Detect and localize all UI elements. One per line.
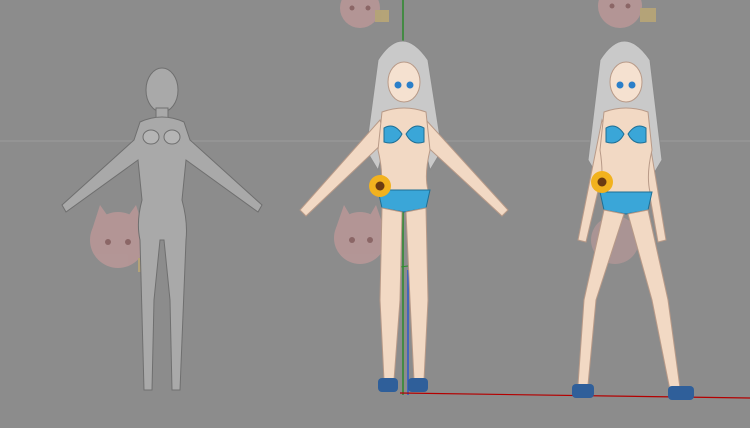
chibi-watermark-4 <box>598 0 656 28</box>
chibi-watermark-3 <box>340 0 389 28</box>
base-mesh-model[interactable] <box>61 67 263 391</box>
chibi-watermark-2 <box>334 205 386 264</box>
viewport-canvas[interactable] <box>0 0 750 428</box>
3d-viewport[interactable] <box>0 0 750 428</box>
character-model-b[interactable] <box>572 40 694 400</box>
character-model-a[interactable] <box>299 40 509 392</box>
